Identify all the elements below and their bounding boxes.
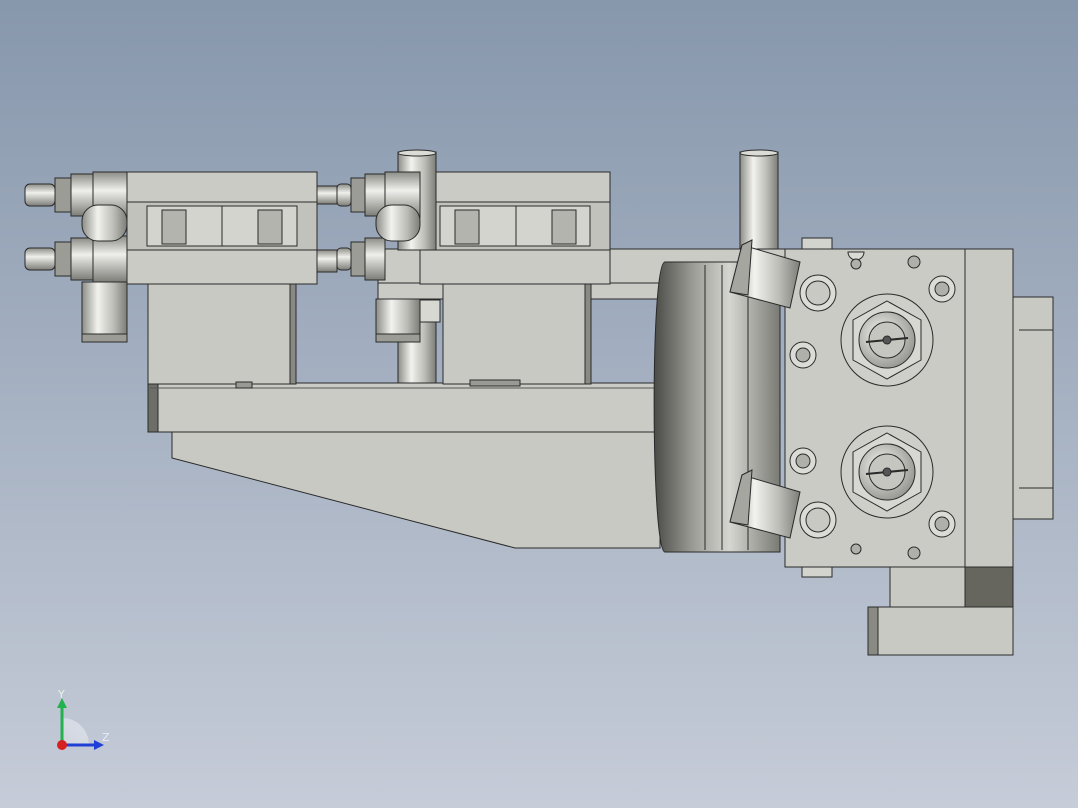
port-top-left <box>799 274 837 312</box>
elbow-center[interactable] <box>375 204 421 242</box>
gripper-center[interactable] <box>419 171 611 387</box>
side-plate[interactable] <box>964 248 1054 568</box>
air-fitting-left-bottom[interactable] <box>24 235 128 283</box>
base-bracket[interactable] <box>147 382 661 549</box>
bolt-mid-left-upper <box>789 341 817 369</box>
gripper-left[interactable] <box>126 171 318 389</box>
rod-right[interactable] <box>739 151 779 250</box>
port-bottom-left <box>799 501 837 539</box>
axis-triad <box>57 698 104 750</box>
air-fitting-left-down[interactable] <box>81 281 128 343</box>
elbow-left[interactable] <box>81 204 128 242</box>
air-fitting-center-down[interactable] <box>375 298 421 343</box>
axis-x-dot <box>57 740 67 750</box>
cad-viewport[interactable]: Y Z <box>0 0 1078 808</box>
axis-z-label: Z <box>102 731 110 744</box>
adjust-knob-upper[interactable] <box>840 293 934 387</box>
bolt-mid-left-lower <box>789 447 817 475</box>
bolt-top-right <box>928 275 956 303</box>
adjust-knob-lower[interactable] <box>840 425 934 519</box>
bottom-bracket[interactable] <box>867 566 1014 656</box>
air-fitting-center-bottom[interactable] <box>336 237 386 281</box>
cad-model-view[interactable] <box>0 0 1078 808</box>
bolt-bottom-right <box>928 510 956 538</box>
axis-y-label: Y <box>58 688 65 701</box>
